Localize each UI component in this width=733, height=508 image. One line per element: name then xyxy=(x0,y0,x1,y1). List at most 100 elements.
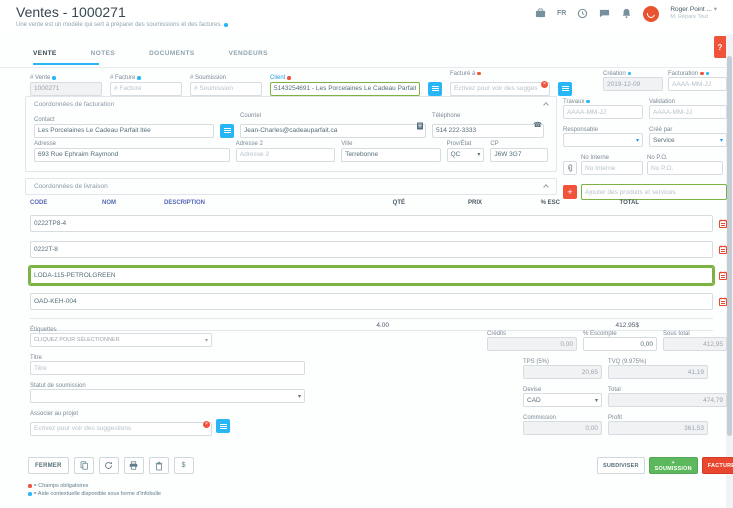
travaux-date-field[interactable] xyxy=(563,105,643,119)
clear-icon[interactable]: × xyxy=(541,81,548,88)
tab-bar: VENTE NOTES DOCUMENTS VENDEURS xyxy=(33,50,268,57)
adresse2-label: Adresse 2 xyxy=(236,141,263,147)
user-role: M. Répare Tout xyxy=(670,14,717,21)
contact-list-button[interactable] xyxy=(220,124,234,138)
facture-number-field[interactable] xyxy=(110,82,182,96)
language-toggle[interactable]: FR xyxy=(557,8,566,19)
legend-help: = Aide contextuelle disponible sous form… xyxy=(34,491,161,497)
no-interne-label: No Interne xyxy=(581,155,609,161)
caret-down-icon: ▾ xyxy=(720,137,723,144)
no-interne-field[interactable] xyxy=(581,161,643,175)
product-catalog-icon[interactable] xyxy=(718,297,728,306)
page-subtitle: Une vente est un modèle qui sert à prépa… xyxy=(16,22,222,28)
cp-field[interactable] xyxy=(490,148,548,162)
tps-field[interactable] xyxy=(523,365,602,379)
cree-par-select[interactable]: Service▾ xyxy=(649,133,727,147)
fermer-button[interactable]: FERMER xyxy=(28,457,69,474)
facture-a-field[interactable] xyxy=(450,82,550,96)
telephone-label: Téléphone xyxy=(432,113,460,119)
avatar[interactable] xyxy=(643,6,659,22)
profit-field[interactable] xyxy=(608,421,708,435)
user-menu[interactable]: Roger Point ... ▾ M. Répare Tout xyxy=(670,6,717,20)
responsable-select[interactable]: ▾ xyxy=(563,133,643,147)
print-icon-button[interactable] xyxy=(124,457,144,474)
attach-icon-button[interactable] xyxy=(563,161,577,175)
product-catalog-icon[interactable] xyxy=(718,271,728,280)
statut-soumission-select[interactable]: ▾ xyxy=(30,389,305,403)
titre-field[interactable] xyxy=(30,361,305,375)
client-label: Client xyxy=(270,75,285,81)
collapse-icon[interactable] xyxy=(543,184,549,190)
code-field[interactable] xyxy=(30,215,713,232)
soumission-number-field[interactable] xyxy=(190,82,262,96)
telephone-field[interactable] xyxy=(432,124,544,138)
vente-number-field[interactable] xyxy=(30,82,102,96)
help-tab-button[interactable]: ? xyxy=(714,36,726,58)
client-field[interactable] xyxy=(270,82,420,96)
tab-documents[interactable]: DOCUMENTS xyxy=(149,50,195,57)
contact-label: Contact xyxy=(34,117,55,123)
facturer-button[interactable]: FACTURER xyxy=(702,457,733,474)
credits-field[interactable] xyxy=(487,337,577,351)
profit-label: Profit xyxy=(608,415,622,421)
code-field[interactable] xyxy=(30,293,713,310)
client-list-button[interactable] xyxy=(428,82,442,96)
collapse-icon[interactable] xyxy=(543,102,549,108)
escompte-field[interactable] xyxy=(583,337,657,351)
help-dot-icon xyxy=(28,492,32,496)
escompte-label: % Escompte xyxy=(583,331,617,337)
projet-field[interactable] xyxy=(30,422,212,436)
devise-select[interactable]: CAD▾ xyxy=(523,393,602,407)
prov-select[interactable]: QC▾ xyxy=(447,148,485,162)
ville-label: Ville xyxy=(341,141,352,147)
product-catalog-icon[interactable] xyxy=(718,219,728,228)
creation-date-field[interactable] xyxy=(603,77,663,91)
required-dot-icon xyxy=(700,72,704,76)
no-po-field[interactable] xyxy=(647,161,723,175)
courriel-label: Courriel xyxy=(240,113,261,119)
commission-field[interactable] xyxy=(523,421,602,435)
ville-field[interactable] xyxy=(341,148,440,162)
total-amount-field[interactable] xyxy=(608,393,727,407)
validation-date-field[interactable] xyxy=(649,105,727,119)
adresse-field[interactable] xyxy=(34,148,230,162)
code-field[interactable] xyxy=(30,241,713,258)
facturation-date-field[interactable] xyxy=(668,77,727,91)
tvq-field[interactable] xyxy=(608,365,708,379)
clock-icon[interactable] xyxy=(577,8,588,19)
contact-field[interactable] xyxy=(34,124,214,138)
info-dot-icon xyxy=(628,72,632,76)
contacts-book-icon[interactable] xyxy=(416,122,424,130)
trash-icon-button[interactable] xyxy=(149,457,169,474)
sous-total-field[interactable] xyxy=(663,337,727,351)
chat-icon[interactable] xyxy=(599,8,610,19)
tab-vendeurs[interactable]: VENDEURS xyxy=(229,50,268,57)
paperclip-icon xyxy=(567,164,574,173)
prov-label: Prov/État xyxy=(447,141,472,147)
soumission-button[interactable]: + SOUMISSION xyxy=(649,457,698,474)
tab-vente[interactable]: VENTE xyxy=(33,50,57,57)
top-bar: Ventes - 1000271 Une vente est un modèle… xyxy=(0,0,733,34)
bell-icon[interactable] xyxy=(621,8,632,19)
copy-icon-button[interactable] xyxy=(74,457,94,474)
info-dot-icon xyxy=(586,100,590,104)
info-dot-icon xyxy=(52,76,56,80)
add-product-button[interactable]: + xyxy=(563,185,577,199)
list-icon xyxy=(220,426,227,427)
tab-notes[interactable]: NOTES xyxy=(91,50,115,57)
table-row-selected: - + $ xyxy=(30,267,713,284)
projet-list-button[interactable] xyxy=(216,419,230,433)
creation-label: Création xyxy=(603,71,626,77)
shipping-section: Coordonnées de livraison xyxy=(25,178,557,195)
etiquettes-select[interactable]: CLIQUEZ POUR SÉLECTIONNER▾ xyxy=(30,333,212,347)
product-catalog-icon[interactable] xyxy=(718,245,728,254)
clear-icon[interactable]: × xyxy=(203,421,210,428)
code-field[interactable] xyxy=(30,267,713,284)
briefcase-icon[interactable] xyxy=(535,8,546,19)
adresse2-field[interactable] xyxy=(236,148,335,162)
subdiviser-button[interactable]: SUBDIVISER xyxy=(597,457,645,474)
logo-swoosh-icon xyxy=(646,9,657,20)
courriel-field[interactable] xyxy=(240,124,426,138)
dollar-icon-button[interactable]: $ xyxy=(174,457,194,474)
refresh-icon-button[interactable] xyxy=(99,457,119,474)
